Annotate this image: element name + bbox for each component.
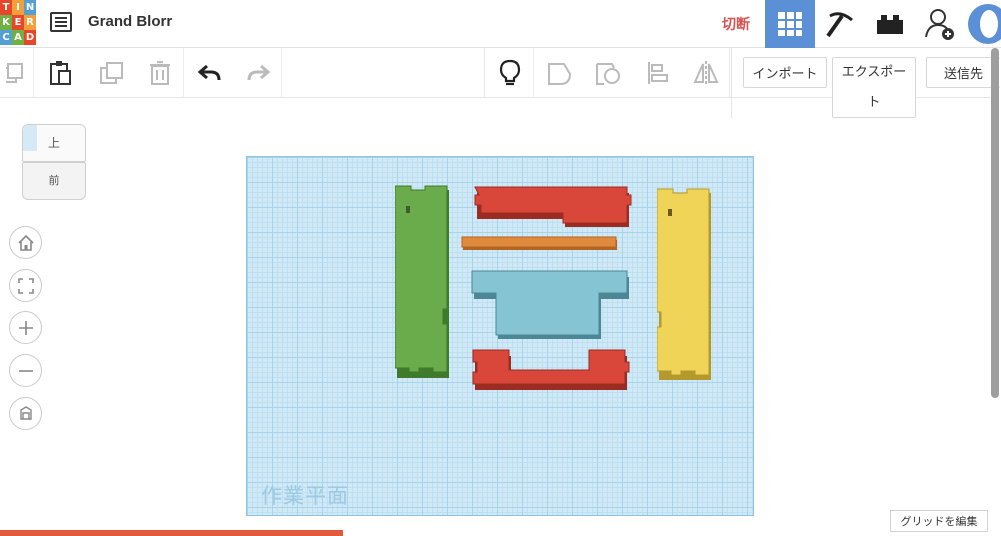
ungroup-icon bbox=[596, 63, 620, 85]
toolbar-divider bbox=[484, 48, 485, 98]
delete-button[interactable] bbox=[136, 48, 184, 98]
fit-view-button[interactable] bbox=[9, 269, 42, 302]
fit-all-icon bbox=[17, 277, 34, 294]
lightbulb-icon bbox=[499, 59, 520, 86]
notes-button[interactable] bbox=[486, 48, 534, 98]
redo-button[interactable] bbox=[234, 48, 282, 98]
logo-letter: C bbox=[0, 30, 12, 45]
progress-bar bbox=[0, 530, 343, 536]
panel-divider bbox=[731, 98, 732, 118]
logo-letter: A bbox=[12, 30, 24, 45]
logo-letter: N bbox=[24, 0, 36, 15]
ortho-view-button[interactable] bbox=[9, 397, 42, 430]
minus-icon bbox=[18, 369, 33, 372]
tinkercad-logo[interactable]: T I N K E R C A D bbox=[0, 0, 36, 45]
list-icon[interactable] bbox=[50, 12, 72, 32]
red-top-panel[interactable] bbox=[473, 185, 633, 229]
brick-icon bbox=[877, 15, 903, 34]
add-user-icon bbox=[925, 9, 954, 40]
home-view-button[interactable] bbox=[9, 226, 42, 259]
copy-icon bbox=[5, 63, 23, 83]
logo-letter: R bbox=[24, 15, 36, 30]
group-icon bbox=[548, 63, 572, 85]
zoom-in-button[interactable] bbox=[9, 311, 42, 344]
logo-letter: T bbox=[0, 0, 12, 15]
orange-bar[interactable] bbox=[461, 236, 619, 252]
teal-t-piece[interactable] bbox=[471, 269, 631, 341]
logo-letter: K bbox=[0, 15, 12, 30]
pickaxe-button[interactable] bbox=[815, 0, 865, 48]
view-cube-top[interactable]: 上 bbox=[22, 124, 86, 162]
toolbar-divider bbox=[731, 48, 732, 98]
bricks-button[interactable] bbox=[865, 0, 915, 48]
mirror-button[interactable] bbox=[682, 48, 730, 98]
align-button[interactable] bbox=[634, 48, 682, 98]
trash-icon bbox=[149, 61, 170, 85]
redo-icon bbox=[247, 64, 270, 81]
mirror-icon bbox=[692, 61, 719, 85]
yellow-side-panel[interactable] bbox=[657, 187, 713, 381]
import-button[interactable]: インポート bbox=[743, 57, 827, 88]
plus-icon bbox=[18, 320, 33, 335]
undo-button[interactable] bbox=[186, 48, 234, 98]
group-button[interactable] bbox=[536, 48, 584, 98]
scrollbar[interactable] bbox=[991, 48, 999, 398]
design-title[interactable]: Grand Blorr bbox=[88, 13, 172, 30]
perspective-icon bbox=[19, 405, 32, 420]
logo-letter: E bbox=[12, 15, 24, 30]
copy-button[interactable] bbox=[0, 48, 34, 98]
zoom-out-button[interactable] bbox=[9, 354, 42, 387]
view-cube-front[interactable]: 前 bbox=[22, 162, 86, 200]
workplane-label: 作業平面 bbox=[261, 484, 349, 508]
cut-button[interactable]: 切断 bbox=[722, 14, 750, 34]
edit-grid-button[interactable]: グリッドを編集 bbox=[890, 510, 988, 532]
home-icon bbox=[17, 234, 34, 251]
ungroup-button[interactable] bbox=[584, 48, 632, 98]
align-icon bbox=[648, 62, 668, 84]
workplane[interactable]: 作業平面 bbox=[246, 156, 754, 516]
green-side-panel[interactable] bbox=[395, 184, 451, 379]
add-user-button[interactable] bbox=[915, 0, 965, 48]
pickaxe-icon bbox=[826, 12, 853, 38]
avatar[interactable] bbox=[968, 4, 1001, 44]
clipboard-icon bbox=[50, 61, 71, 85]
export-button[interactable]: エクスポート bbox=[832, 57, 916, 118]
top-bar: T I N K E R C A D Grand Blorr 切断 bbox=[0, 0, 1001, 48]
undo-icon bbox=[197, 64, 221, 81]
duplicate-icon bbox=[100, 62, 123, 84]
grid-view-icon bbox=[778, 12, 802, 36]
view-cube[interactable]: 上 前 bbox=[20, 122, 88, 202]
duplicate-button[interactable] bbox=[88, 48, 136, 98]
grid-view-button[interactable] bbox=[765, 0, 815, 48]
send-to-button[interactable]: 送信先 bbox=[926, 57, 1000, 88]
paste-button[interactable] bbox=[36, 48, 84, 98]
logo-letter: D bbox=[24, 30, 36, 45]
red-bottom-panel[interactable] bbox=[471, 348, 631, 392]
logo-letter: I bbox=[12, 0, 24, 15]
